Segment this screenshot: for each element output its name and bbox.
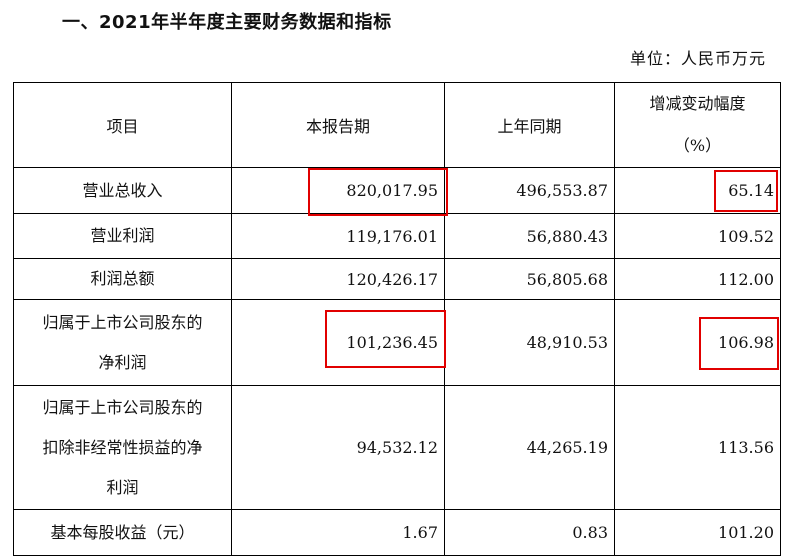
row-item-line: 归属于上市公司股东的: [42, 312, 203, 332]
row-change-value: 65.14: [728, 181, 774, 200]
table-header-row: 项目 本报告期 上年同期 增减变动幅度 （%）: [13, 82, 781, 168]
row-current: 119,176.01: [231, 213, 445, 259]
row-change-value: 106.98: [718, 333, 774, 352]
row-current-value: 101,236.45: [346, 333, 438, 352]
table-row: 利润总额 120,426.17 56,805.68 112.00: [13, 258, 781, 300]
row-previous: 48,910.53: [444, 299, 615, 386]
row-item: 营业利润: [13, 213, 232, 259]
row-previous: 56,880.43: [444, 213, 615, 259]
row-change: 109.52: [614, 213, 781, 259]
unit-label: 单位：人民币万元: [629, 49, 766, 68]
row-change: 101.20: [614, 509, 781, 556]
row-current: 94,532.12: [231, 385, 445, 510]
row-item: 营业总收入: [13, 167, 232, 214]
row-current: 120,426.17: [231, 258, 445, 300]
row-change: 112.00: [614, 258, 781, 300]
row-previous: 56,805.68: [444, 258, 615, 300]
row-current: 101,236.45: [231, 299, 446, 386]
header-change-pct: 增减变动幅度 （%）: [614, 82, 781, 168]
row-item: 归属于上市公司股东的 扣除非经常性损益的净 利润: [13, 385, 232, 510]
header-previous-period: 上年同期: [444, 82, 615, 168]
row-previous: 44,265.19: [444, 385, 615, 510]
table-row: 基本每股收益（元） 1.67 0.83 101.20: [13, 509, 781, 556]
row-item: 基本每股收益（元）: [13, 509, 232, 556]
row-item: 归属于上市公司股东的 净利润: [13, 299, 232, 386]
header-pct-unit: （%）: [673, 136, 722, 155]
row-item: 利润总额: [13, 258, 232, 300]
row-current: 1.67: [231, 509, 445, 556]
row-item-line: 扣除非经常性损益的净: [42, 437, 203, 457]
row-current-value: 820,017.95: [346, 181, 438, 200]
table-row: 营业总收入 820,017.95 496,553.87 65.14: [13, 167, 781, 216]
table-row: 归属于上市公司股东的 净利润 101,236.45 48,910.53 106.…: [13, 299, 781, 386]
header-current-period: 本报告期: [231, 82, 445, 168]
row-change: 65.14: [614, 167, 781, 214]
header-change-label: 增减变动幅度: [649, 94, 746, 113]
section-title: 一、2021年半年度主要财务数据和指标: [62, 12, 392, 33]
table-row: 归属于上市公司股东的 扣除非经常性损益的净 利润 94,532.12 44,26…: [13, 385, 781, 510]
financial-data-table: 项目 本报告期 上年同期 增减变动幅度 （%） 营业总收入 820,017.95…: [13, 82, 781, 556]
row-change: 106.98: [614, 299, 781, 386]
row-previous: 496,553.87: [444, 167, 615, 214]
row-previous: 0.83: [444, 509, 615, 556]
row-change: 113.56: [614, 385, 781, 510]
row-item-line: 利润: [106, 477, 139, 497]
row-item-line: 归属于上市公司股东的: [42, 397, 203, 417]
row-item-line: 净利润: [98, 352, 147, 372]
row-current: 820,017.95: [231, 167, 448, 216]
table-row: 营业利润 119,176.01 56,880.43 109.52: [13, 213, 781, 259]
header-item: 项目: [13, 82, 232, 168]
